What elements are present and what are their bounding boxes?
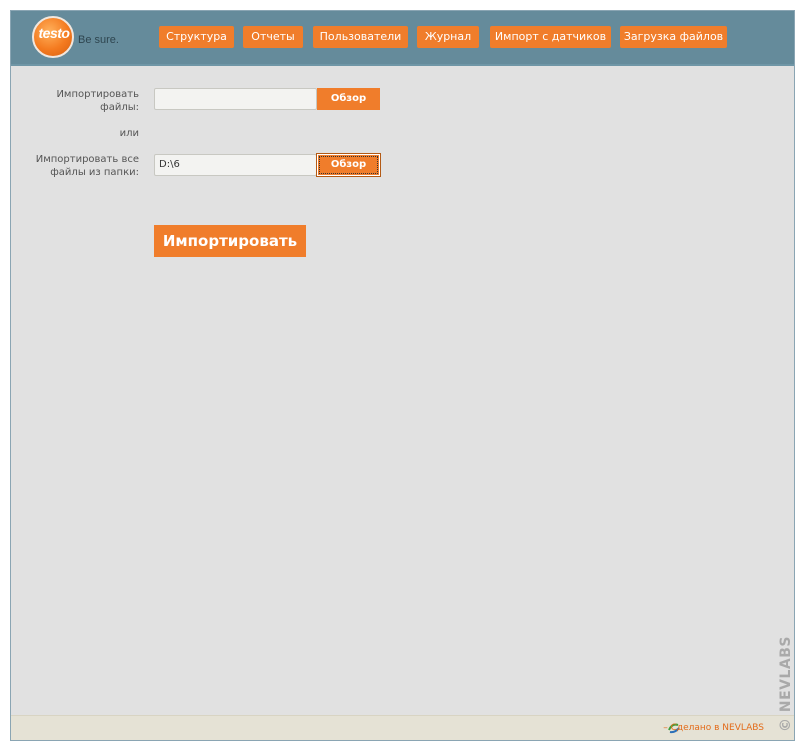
browse-files-button[interactable]: Обзор [317,88,380,110]
nevlabs-watermark: © NEVLABS [776,631,794,740]
import-folder-label: Импортировать все файлы из папки: [35,154,139,178]
import-files-input[interactable] [154,88,317,110]
footer-bar: – Сделано в NEVLABS [11,715,794,740]
import-files-label: Импортировать файлы: [56,89,139,113]
nav-users-button[interactable]: Пользователи [313,26,408,48]
logo-tagline: Be sure. [78,34,119,46]
header-bar: testo Be sure. Структура Отчеты Пользова… [11,11,794,66]
nav-sensor-import-button[interactable]: Импорт с датчиков [490,26,611,48]
import-button[interactable]: Импортировать [154,225,306,257]
app-frame: testo Be sure. Структура Отчеты Пользова… [10,10,795,741]
browse-folder-button[interactable]: Обзор [317,154,380,176]
nav-file-upload-button[interactable]: Загрузка файлов [620,26,727,48]
nav-structure-button[interactable]: Структура [159,26,234,48]
footer-credit-link[interactable]: – Сделано в NEVLABS [663,723,764,733]
import-folder-input[interactable]: D:\6 [154,154,317,176]
or-label: или [119,128,139,139]
nav-reports-button[interactable]: Отчеты [243,26,303,48]
watermark-text: © NEVLABS [778,636,794,732]
logo-word: testo [38,25,70,41]
nav-journal-button[interactable]: Журнал [417,26,479,48]
testo-logo[interactable]: testo Be sure. [32,16,128,60]
